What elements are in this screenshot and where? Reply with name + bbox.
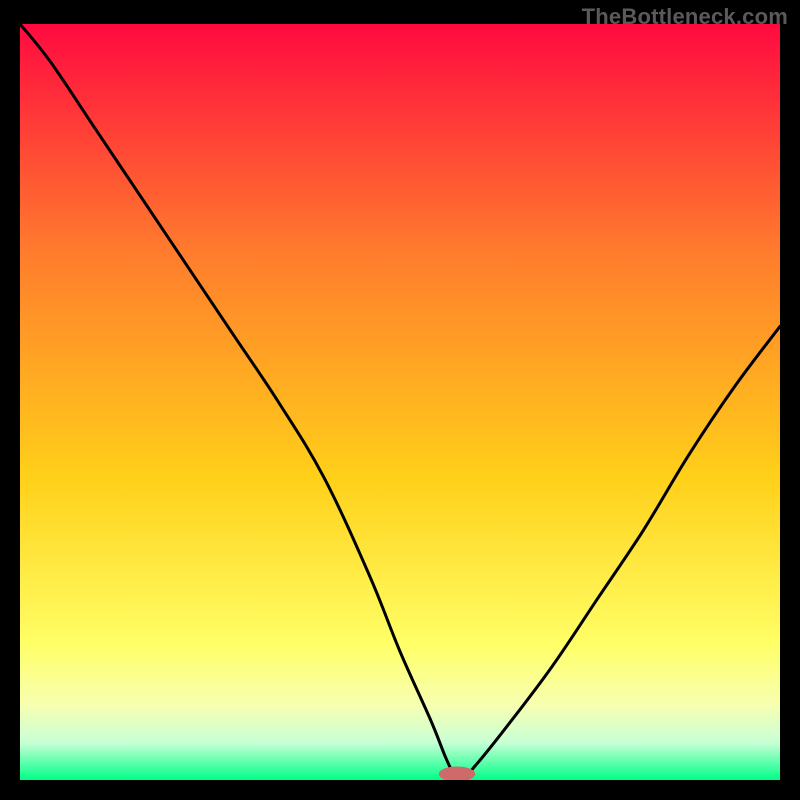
plot-background: [20, 24, 780, 780]
bottleneck-plot: [20, 24, 780, 780]
plot-svg: [20, 24, 780, 780]
chart-frame: TheBottleneck.com: [0, 0, 800, 800]
watermark-text: TheBottleneck.com: [582, 4, 788, 30]
